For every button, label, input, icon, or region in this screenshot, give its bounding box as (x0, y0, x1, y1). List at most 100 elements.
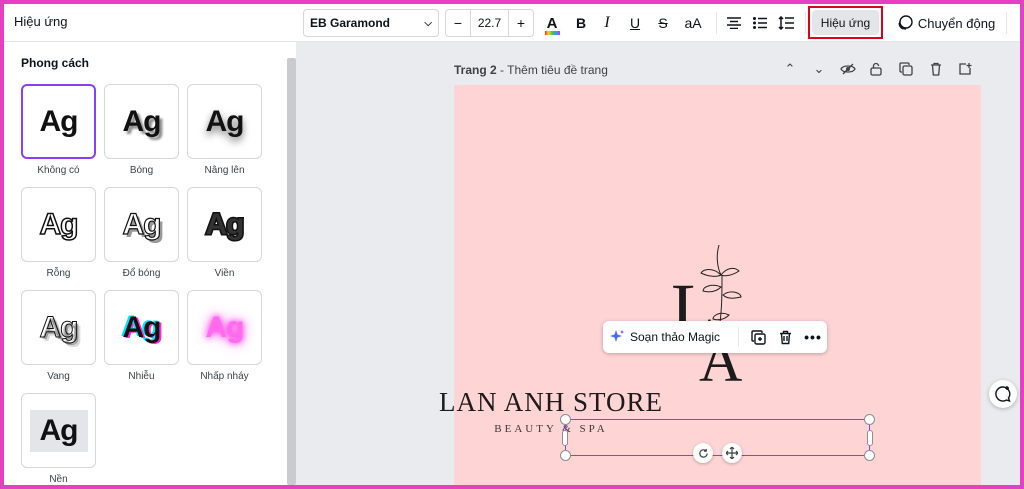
style-tile-label: Đổ bóng (122, 268, 161, 279)
more-options-icon[interactable]: ••• (801, 325, 825, 349)
brand-title-text[interactable]: LAN ANH STORE (406, 387, 696, 418)
page-header: Trang 2 - Thêm tiêu đề trang (454, 63, 608, 77)
underline-button[interactable]: U (624, 9, 646, 37)
style-tile[interactable]: Ag (104, 290, 179, 365)
align-center-button[interactable] (723, 9, 745, 37)
selection-box[interactable] (560, 414, 875, 461)
letter-case-button[interactable]: aA (680, 9, 706, 37)
style-tile-label: Nâng lên (204, 165, 245, 176)
style-preview-text: Ag (39, 207, 80, 241)
style-tile-label: Không có (37, 165, 80, 176)
style-tile[interactable]: Ag (187, 290, 262, 365)
style-tile[interactable]: Ag (21, 84, 96, 159)
style-tile-label: Viền (214, 268, 235, 279)
spacing-button[interactable] (775, 9, 797, 37)
style-tile[interactable]: Ag (21, 187, 96, 262)
toolbar-divider (1006, 12, 1007, 34)
toolbar-divider (716, 12, 717, 34)
style-tile[interactable]: Ag (104, 187, 179, 262)
menu-divider (738, 327, 739, 347)
increase-size-button[interactable]: + (508, 9, 533, 37)
strikethrough-button[interactable]: S (652, 9, 674, 37)
style-tile-label: Vang (47, 371, 70, 382)
canvas-area: Trang 2 - Thêm tiêu đề trang ⌃ ⌄ L A LAN… (296, 42, 1020, 485)
align-center-icon (727, 17, 741, 29)
chevron-down-icon: ⌵ (424, 17, 432, 29)
context-menu: Soạn thảo Magic ••• (603, 321, 827, 353)
animate-icon (898, 15, 913, 30)
style-tile-label: Nhấp nháy (200, 371, 249, 382)
rotate-icon (698, 448, 708, 458)
toolbar-divider (805, 12, 806, 34)
panel-title: Hiệu ứng (14, 14, 68, 29)
style-preview-text: Ag (205, 104, 245, 138)
bullet-list-icon (753, 17, 767, 29)
lock-icon[interactable] (866, 59, 886, 79)
style-tile[interactable]: Ag (21, 393, 96, 468)
text-color-icon: A (544, 15, 560, 35)
style-preview-text: Ag (122, 104, 162, 138)
font-size-input[interactable]: 22.7 (471, 16, 508, 30)
duplicate-page-icon[interactable] (896, 59, 916, 79)
panel-scrollbar[interactable] (287, 58, 296, 485)
font-family-select[interactable]: EB Garamond ⌵ (303, 9, 439, 37)
line-spacing-icon (778, 16, 794, 30)
section-label-style: Phong cách (21, 56, 90, 70)
font-family-value: EB Garamond (310, 16, 391, 30)
effects-button[interactable]: Hiệu ứng (812, 10, 879, 35)
add-comment-button[interactable] (989, 380, 1017, 408)
resize-handle-top-left[interactable] (560, 414, 571, 425)
delete-button[interactable] (773, 325, 797, 349)
style-tile[interactable]: Ag (187, 84, 262, 159)
style-preview-text: Ag (122, 310, 162, 344)
magic-edit-button[interactable]: Soạn thảo Magic (609, 325, 720, 349)
style-tile-label: Rỗng (46, 268, 71, 279)
style-tile[interactable]: Ag (187, 187, 262, 262)
rotate-button[interactable] (693, 443, 713, 463)
font-size-stepper: − 22.7 + (445, 9, 534, 37)
bold-button[interactable]: B (570, 9, 592, 37)
resize-handle-bottom-right[interactable] (864, 450, 875, 461)
style-tile-label: Nhiễu (128, 371, 155, 382)
style-preview-text: Ag (204, 207, 246, 241)
hide-page-icon[interactable] (838, 59, 858, 79)
style-preview-text: Ag (122, 207, 162, 241)
move-button[interactable] (722, 443, 742, 463)
page-label: Trang 2 (454, 63, 497, 77)
page-title-separator: - (496, 63, 508, 77)
move-icon (726, 447, 738, 459)
text-color-button[interactable]: A (540, 9, 564, 37)
effects-highlight: Hiệu ứng (808, 6, 883, 39)
decrease-size-button[interactable]: − (446, 9, 471, 37)
style-preview-text: Ag (39, 104, 79, 138)
panel-header: Hiệu ứng (4, 4, 296, 42)
italic-button[interactable]: I (596, 9, 618, 37)
style-tile-label: Bóng (129, 165, 154, 176)
animate-button[interactable]: Chuyển động (894, 9, 998, 37)
duplicate-button[interactable] (746, 325, 770, 349)
resize-handle-top-right[interactable] (864, 414, 875, 425)
page-title-input[interactable]: Thêm tiêu đề trang (507, 63, 608, 77)
chevron-down-icon[interactable]: ⌄ (809, 59, 829, 79)
style-tile-label: Nền (49, 474, 68, 485)
effects-panel: Hiệu ứng Phong cách Ag Không có Ag Bóng Ag Nâ… (4, 4, 296, 485)
magic-edit-label: Soạn thảo Magic (630, 330, 721, 344)
duplicate-icon (750, 329, 766, 345)
resize-handle-bottom-left[interactable] (560, 450, 571, 461)
style-tile[interactable]: Ag (104, 84, 179, 159)
style-preview-text: Ag (205, 310, 245, 344)
add-page-icon[interactable] (955, 59, 975, 79)
delete-page-icon[interactable] (926, 59, 946, 79)
sparkle-icon (610, 330, 624, 342)
animate-label: Chuyển động (917, 15, 996, 31)
background-swatch: Ag (29, 409, 88, 452)
style-tile[interactable]: Ag (21, 290, 96, 365)
text-toolbar: EB Garamond ⌵ − 22.7 + A B I U S aA Hiệu… (296, 4, 1020, 42)
style-preview-text: Ag (39, 413, 79, 447)
resize-handle-left[interactable] (562, 430, 568, 446)
comment-plus-icon (995, 386, 1011, 403)
trash-icon (779, 330, 791, 344)
chevron-up-icon[interactable]: ⌃ (780, 59, 800, 79)
list-button[interactable] (749, 9, 771, 37)
resize-handle-right[interactable] (867, 430, 873, 446)
